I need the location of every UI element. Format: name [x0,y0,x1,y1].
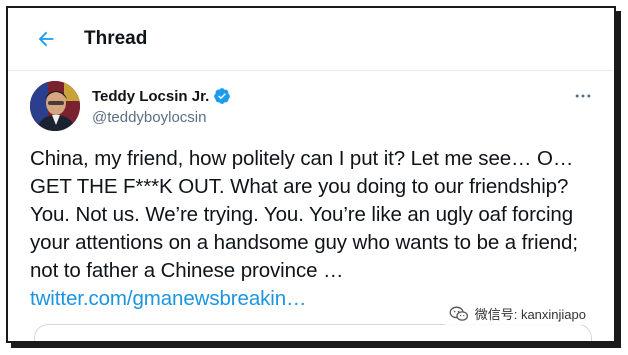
tweet-author-row: Teddy Locsin Jr. @teddyboylocsin [8,81,614,145]
tweet-link[interactable]: twitter.com/gmanewsbreakin… [30,287,307,310]
author-handle[interactable]: @teddyboylocsin [92,109,231,126]
author-names: Teddy Locsin Jr. @teddyboylocsin [92,87,231,126]
watermark: 微信号: kanxinjiapo [444,302,590,325]
more-horizontal-icon [575,94,591,98]
verified-badge-icon [214,88,231,104]
avatar[interactable] [30,81,80,131]
avatar-image [30,81,80,131]
tweet-body: China, my friend, how politely can I put… [30,145,596,313]
more-options-button[interactable] [568,81,598,111]
tweet-text: China, my friend, how politely can I put… [30,147,578,282]
author-display-name[interactable]: Teddy Locsin Jr. [92,88,209,105]
page-title: Thread [84,28,148,49]
thread-header: Thread [8,8,614,71]
watermark-text: 微信号: kanxinjiapo [474,307,586,322]
arrow-left-icon [38,31,54,47]
wechat-icon [449,306,468,321]
back-button[interactable] [26,19,66,59]
tweet-screenshot-frame: Thread Teddy Locsin Jr. @teddyboylocsin … [6,6,616,343]
link-card-preview[interactable] [34,324,592,341]
